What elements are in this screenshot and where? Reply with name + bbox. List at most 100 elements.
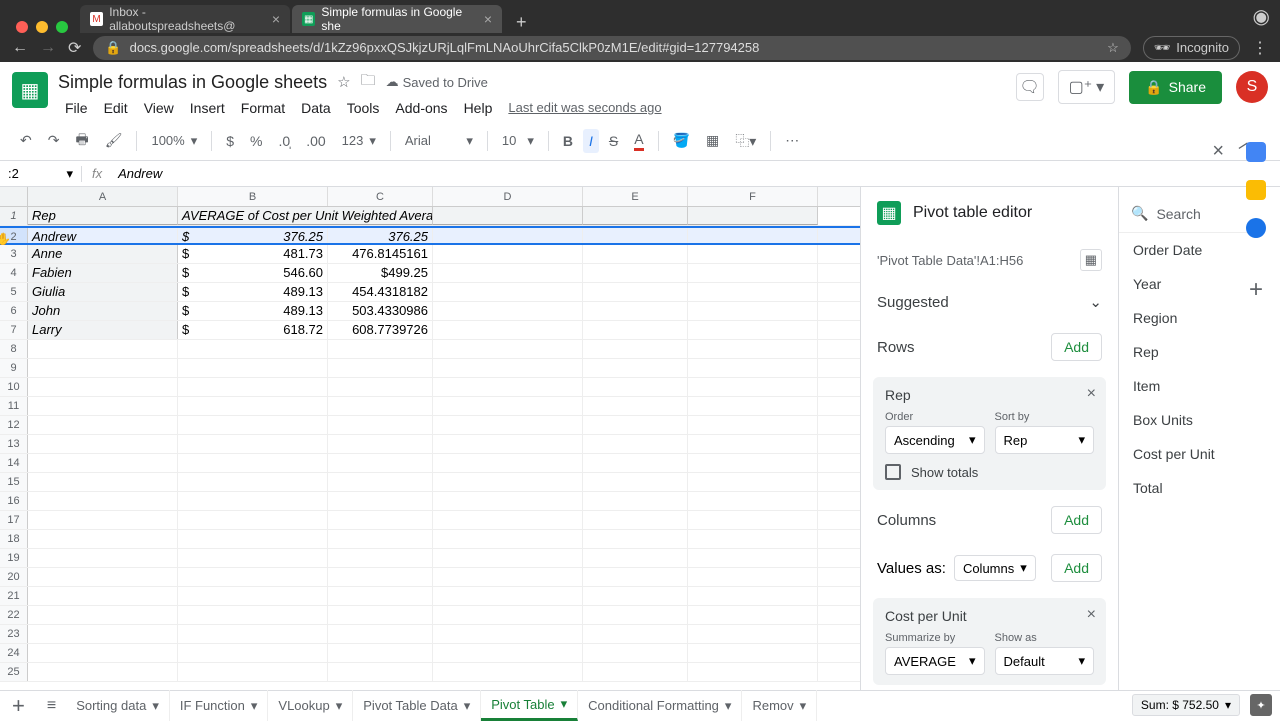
undo-button[interactable]: ↶ (14, 128, 38, 153)
cell[interactable]: $481.73 (178, 245, 328, 263)
cell[interactable]: $618.72 (178, 321, 328, 339)
cell[interactable] (583, 511, 688, 529)
row-header[interactable]: 15 (0, 473, 28, 491)
cell[interactable]: Larry (28, 321, 178, 339)
cell[interactable] (328, 644, 433, 662)
cell[interactable] (178, 568, 328, 586)
order-select[interactable]: Ascending▾ (885, 426, 985, 454)
cell[interactable] (433, 228, 583, 243)
cell[interactable] (688, 245, 818, 263)
sheet-tab[interactable]: VLookup ▾ (268, 690, 353, 721)
name-box[interactable]: :2▾ (0, 166, 82, 182)
row-header[interactable]: 9 (0, 359, 28, 377)
row-header[interactable]: 25 (0, 663, 28, 681)
cell[interactable] (688, 663, 818, 681)
cell[interactable] (178, 397, 328, 415)
cell[interactable] (433, 207, 583, 225)
cell[interactable] (688, 397, 818, 415)
cell[interactable] (328, 473, 433, 491)
back-button[interactable]: ← (12, 39, 28, 57)
row-header[interactable]: 1 (0, 207, 28, 225)
cell[interactable] (178, 625, 328, 643)
row-header[interactable]: 12 (0, 416, 28, 434)
cell[interactable]: 476.8145161 (328, 245, 433, 263)
row-header[interactable]: ✋2 (0, 228, 28, 243)
cell[interactable]: $546.60 (178, 264, 328, 282)
cell[interactable]: 376.25 (328, 228, 433, 243)
row-header[interactable]: 4 (0, 264, 28, 282)
cell[interactable] (583, 264, 688, 282)
col-header[interactable]: E (583, 187, 688, 206)
cell[interactable] (178, 549, 328, 567)
row-header[interactable]: 22 (0, 606, 28, 624)
cell[interactable] (583, 473, 688, 491)
cell[interactable] (583, 416, 688, 434)
cell[interactable] (583, 549, 688, 567)
number-format-select[interactable]: 123▾ (336, 129, 382, 153)
cell[interactable] (688, 625, 818, 643)
row-header[interactable]: 14 (0, 454, 28, 472)
cell[interactable] (328, 606, 433, 624)
browser-menu-icon[interactable]: ⋮ (1252, 38, 1268, 58)
cell[interactable] (328, 435, 433, 453)
reload-button[interactable]: ⟳ (68, 38, 81, 58)
menu-tools[interactable]: Tools (340, 96, 387, 120)
cell[interactable]: Fabien (28, 264, 178, 282)
minimize-window-icon[interactable] (36, 21, 48, 33)
cell[interactable] (328, 492, 433, 510)
cell[interactable] (583, 663, 688, 681)
row-header[interactable]: 13 (0, 435, 28, 453)
cell[interactable]: $499.25 (328, 264, 433, 282)
spreadsheet-grid[interactable]: A B C D E F 1 Rep AVERAGE of Cost per Un… (0, 187, 860, 708)
move-icon[interactable]: 🗀 (361, 70, 376, 95)
all-sheets-button[interactable]: ≡ (37, 697, 66, 715)
cell[interactable] (688, 302, 818, 320)
row-header[interactable]: 17 (0, 511, 28, 529)
cell[interactable] (688, 644, 818, 662)
show-totals-checkbox[interactable] (885, 464, 901, 480)
menu-addons[interactable]: Add-ons (388, 96, 454, 120)
cell[interactable] (688, 228, 818, 243)
meet-button[interactable]: ▢⁺▾ (1058, 70, 1116, 104)
cell[interactable] (583, 302, 688, 320)
merge-button[interactable]: ⿻▾ (729, 127, 762, 155)
cell[interactable] (178, 454, 328, 472)
cell[interactable]: 503.4330986 (328, 302, 433, 320)
add-rows-button[interactable]: Add (1051, 333, 1102, 361)
cell[interactable]: AVERAGE of Cost per Unit Weighted Averag… (178, 207, 433, 225)
increase-decimal-button[interactable]: .00 (300, 129, 331, 153)
cell[interactable] (688, 283, 818, 301)
browser-tab-sheets[interactable]: ▦ Simple formulas in Google she × (292, 5, 502, 33)
pivot-field-item[interactable]: Cost per Unit (1119, 437, 1261, 471)
cell[interactable] (28, 454, 178, 472)
cell[interactable] (433, 245, 583, 263)
profile-icon[interactable]: ◉ (1243, 0, 1280, 33)
cell[interactable] (328, 663, 433, 681)
sheet-tab[interactable]: Pivot Table Data ▾ (353, 690, 481, 721)
cell[interactable] (28, 492, 178, 510)
close-panel-button[interactable]: × (1212, 140, 1224, 163)
cell[interactable] (28, 587, 178, 605)
row-header[interactable]: 3 (0, 245, 28, 263)
col-header[interactable]: A (28, 187, 178, 206)
col-header[interactable]: F (688, 187, 818, 206)
cell[interactable] (688, 473, 818, 491)
cell[interactable] (688, 378, 818, 396)
cell[interactable] (583, 283, 688, 301)
keep-icon[interactable] (1246, 180, 1266, 200)
address-bar[interactable]: 🔒 docs.google.com/spreadsheets/d/1kZz96p… (93, 36, 1130, 60)
cell[interactable] (583, 245, 688, 263)
cell[interactable] (433, 359, 583, 377)
cell[interactable] (328, 587, 433, 605)
new-tab-button[interactable]: + (504, 12, 539, 33)
sheet-tab[interactable]: Sorting data ▾ (66, 690, 170, 721)
cell[interactable] (328, 549, 433, 567)
cell[interactable] (688, 530, 818, 548)
cell[interactable] (583, 587, 688, 605)
menu-file[interactable]: File (58, 96, 95, 120)
cell[interactable] (433, 321, 583, 339)
cell[interactable] (583, 454, 688, 472)
share-button[interactable]: 🔒Share (1129, 71, 1222, 104)
cell[interactable] (433, 283, 583, 301)
cell[interactable] (688, 492, 818, 510)
